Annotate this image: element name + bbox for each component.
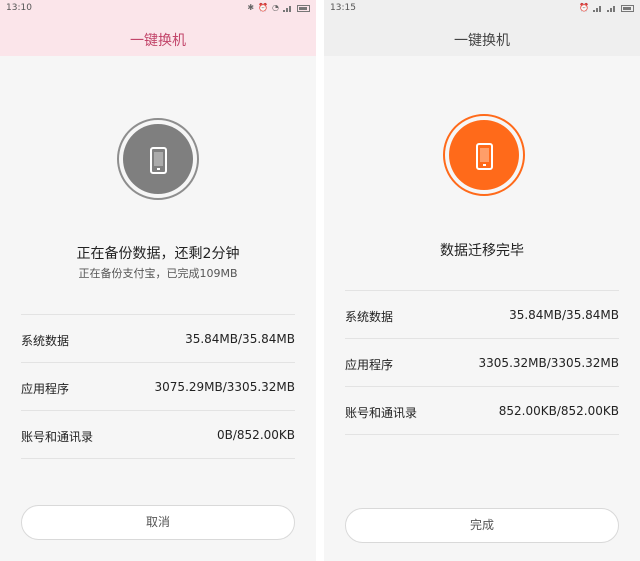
item-label: 系统数据 [345, 310, 394, 324]
signal-icon [607, 4, 617, 12]
signal-icon [283, 4, 293, 12]
battery-icon [297, 4, 310, 12]
item-label: 系统数据 [21, 334, 70, 348]
signal-icon [593, 4, 603, 12]
left-screen: 13:10 ✱ ⏰ ◔ 一键换机 正在备份数据，还剩2分钟 正在备份支付宝，已完… [0, 0, 316, 561]
list-item: 系统数据 35.84MB/35.84MB [21, 315, 295, 363]
item-label: 应用程序 [345, 358, 394, 372]
done-button[interactable]: 完成 [345, 508, 619, 543]
item-label: 账号和通讯录 [345, 406, 418, 420]
status-headline: 数据迁移完毕 [440, 243, 524, 259]
cancel-button[interactable]: 取消 [21, 505, 295, 540]
item-value: 3075.29MB/3305.32MB [154, 380, 295, 394]
data-list: 系统数据 35.84MB/35.84MB 应用程序 3305.32MB/3305… [345, 290, 619, 435]
phone-icon [476, 143, 493, 170]
list-item: 应用程序 3075.29MB/3305.32MB [21, 363, 295, 411]
battery-icon [621, 4, 634, 12]
right-screen: 13:15 ⏰ 一键换机 数据迁移完毕 系统数据 35.84MB/35.84MB… [324, 0, 640, 561]
alarm-icon: ⏰ [579, 3, 589, 12]
list-item: 系统数据 35.84MB/35.84MB [345, 291, 619, 339]
data-list: 系统数据 35.84MB/35.84MB 应用程序 3075.29MB/3305… [21, 314, 295, 459]
status-time: 13:10 [6, 3, 32, 13]
alarm-icon: ⏰ [258, 3, 269, 12]
wifi-icon: ◔ [272, 3, 279, 12]
status-icons: ⏰ [579, 2, 634, 14]
item-value: 35.84MB/35.84MB [185, 332, 295, 346]
item-label: 账号和通讯录 [21, 430, 94, 444]
status-bar: 13:10 ✱ ⏰ ◔ [0, 0, 316, 18]
list-item: 应用程序 3305.32MB/3305.32MB [345, 339, 619, 387]
item-value: 0B/852.00KB [217, 428, 295, 442]
complete-circle [443, 114, 525, 196]
item-value: 852.00KB/852.00KB [498, 404, 619, 418]
title-bar: 13:15 ⏰ 一键换机 [324, 0, 640, 56]
page-title: 一键换机 [454, 33, 510, 49]
item-value: 35.84MB/35.84MB [509, 308, 619, 322]
progress-circle [117, 118, 199, 200]
list-item: 账号和通讯录 0B/852.00KB [21, 411, 295, 459]
status-bar: 13:15 ⏰ [324, 0, 640, 18]
status-headline: 正在备份数据，还剩2分钟 [76, 246, 240, 262]
list-item: 账号和通讯录 852.00KB/852.00KB [345, 387, 619, 435]
title-bar: 13:10 ✱ ⏰ ◔ 一键换机 [0, 0, 316, 56]
bluetooth-icon: ✱ [247, 3, 255, 12]
status-subline: 正在备份支付宝，已完成109MB [78, 267, 238, 280]
status-time: 13:15 [330, 3, 356, 13]
phone-icon [150, 147, 167, 174]
item-label: 应用程序 [21, 382, 70, 396]
status-icons: ✱ ⏰ ◔ [247, 2, 310, 14]
item-value: 3305.32MB/3305.32MB [478, 356, 619, 370]
page-title: 一键换机 [130, 33, 186, 49]
